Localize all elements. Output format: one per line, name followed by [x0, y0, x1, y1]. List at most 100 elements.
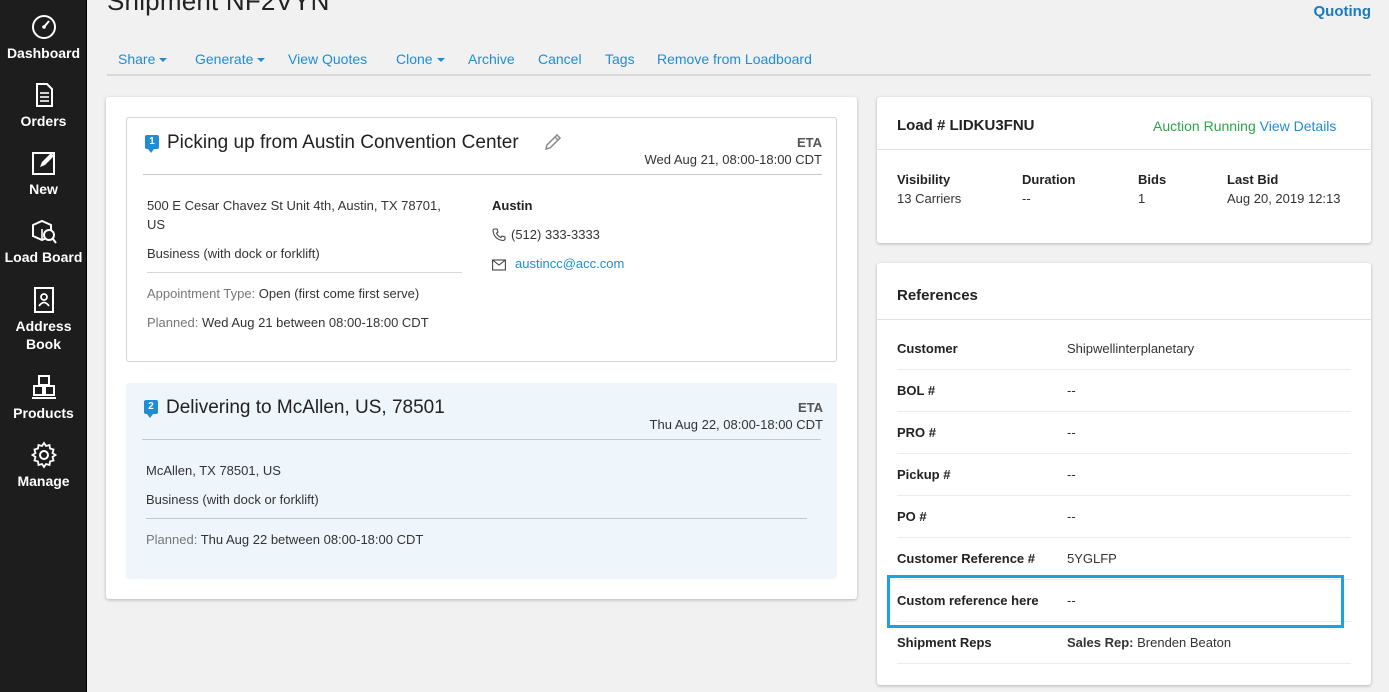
location-type: Business (with dock or forklift)	[146, 492, 319, 507]
dashboard-icon	[29, 12, 59, 42]
ref-value: --	[1067, 425, 1076, 440]
visibility-label: Visibility	[897, 172, 951, 187]
divider	[897, 495, 1351, 496]
ref-label: Shipment Reps	[897, 635, 992, 650]
sidebar-nav: Dashboard Orders New Load Board Address …	[0, 0, 87, 692]
address-line-1: 500 E Cesar Chavez St Unit 4th, Austin, …	[147, 198, 441, 213]
sidebar-item-label: Address Book	[15, 318, 72, 352]
appointment-type: Appointment Type: Open (first come first…	[147, 286, 420, 301]
divider	[897, 411, 1351, 412]
page-title: Shipment NF2VYN	[107, 0, 330, 16]
remove-from-loadboard-link[interactable]: Remove from Loadboard	[657, 51, 812, 67]
stop-number-badge: 1	[145, 135, 159, 153]
ref-label: Customer Reference #	[897, 551, 1035, 566]
bids-label: Bids	[1138, 172, 1167, 187]
load-board-icon	[29, 216, 59, 246]
eta-label: ETA	[796, 135, 822, 150]
stop-number-badge: 2	[144, 400, 158, 418]
references-title: References	[897, 287, 978, 304]
caret-down-icon	[159, 58, 168, 63]
sidebar-item-label: Load Board	[4, 249, 83, 265]
pencil-icon[interactable]	[543, 132, 563, 152]
load-number: Load # LIDKU3FNU	[897, 117, 1035, 134]
gear-icon	[29, 440, 59, 470]
last-bid-value: Aug 20, 2019 12:13	[1227, 191, 1341, 206]
sidebar-item-manage[interactable]: Manage	[0, 440, 87, 490]
ref-value: 5YGLFP	[1067, 551, 1117, 566]
clone-dropdown[interactable]: Clone	[396, 51, 445, 67]
ref-value: --	[1067, 509, 1076, 524]
ref-label: Customer	[897, 341, 958, 356]
sidebar-item-label: Products	[13, 405, 74, 421]
location-type: Business (with dock or forklift)	[147, 246, 320, 261]
last-bid-label: Last Bid	[1227, 172, 1279, 187]
caret-down-icon	[436, 58, 445, 63]
divider	[877, 319, 1371, 320]
ref-value: --	[1067, 467, 1076, 482]
sidebar-item-orders[interactable]: Orders	[0, 80, 87, 130]
divider	[877, 149, 1371, 150]
planned-window: Planned: Wed Aug 21 between 08:00-18:00 …	[147, 315, 429, 330]
stop-title: Delivering to McAllen, US, 78501	[166, 397, 445, 418]
contact-name: Austin	[492, 198, 533, 213]
bids-value: 1	[1138, 191, 1146, 206]
address-line-2: US	[147, 217, 166, 232]
address-line-1: McAllen, TX 78501, US	[146, 463, 281, 478]
divider	[143, 174, 822, 175]
sidebar-item-address-book[interactable]: Address Book	[0, 285, 87, 353]
new-icon	[29, 148, 59, 178]
ref-label: PRO #	[897, 425, 937, 440]
tags-link[interactable]: Tags	[605, 51, 635, 67]
load-card: Load # LIDKU3FNU Auction Running View De…	[877, 97, 1371, 243]
stop-title: Picking up from Austin Convention Center	[167, 132, 519, 153]
ref-label: PO #	[897, 509, 927, 524]
cancel-link[interactable]: Cancel	[538, 51, 582, 67]
sidebar-item-new[interactable]: New	[0, 148, 87, 198]
ref-value: --	[1067, 383, 1076, 398]
divider	[897, 453, 1351, 454]
sales-rep-value: Sales Rep: Brenden Beaton	[1067, 635, 1232, 650]
ref-value: Shipwellinterplanetary	[1067, 341, 1195, 356]
orders-icon	[29, 80, 59, 110]
divider	[897, 663, 1351, 664]
sidebar-item-products[interactable]: Products	[0, 372, 87, 422]
contact-phone: (512) 333-3333	[511, 227, 600, 242]
products-icon	[29, 372, 59, 402]
sidebar-item-label: Orders	[20, 113, 67, 129]
divider	[897, 537, 1351, 538]
action-bar: Share Generate View Quotes Clone Archive…	[107, 44, 1371, 76]
visibility-value: 13 Carriers	[897, 191, 962, 206]
sidebar-item-label: New	[29, 181, 58, 197]
stop-delivery: 2 Delivering to McAllen, US, 78501 ETA T…	[126, 383, 837, 579]
sidebar-item-label: Manage	[17, 473, 70, 489]
divider	[147, 272, 462, 273]
eta-value: Thu Aug 22, 08:00-18:00 CDT	[649, 417, 823, 432]
duration-value: --	[1022, 191, 1031, 206]
sidebar-item-label: Dashboard	[6, 45, 81, 61]
view-quotes-link[interactable]: View Quotes	[288, 51, 367, 67]
quoting-link[interactable]: Quoting	[1314, 3, 1371, 20]
divider	[897, 369, 1351, 370]
stop-pickup: 1 Picking up from Austin Convention Cent…	[126, 117, 837, 362]
divider	[146, 518, 807, 519]
address-book-icon	[29, 285, 59, 315]
duration-label: Duration	[1022, 172, 1076, 187]
eta-value: Wed Aug 21, 08:00-18:00 CDT	[644, 152, 822, 167]
eta-label: ETA	[797, 400, 823, 415]
planned-window: Planned: Thu Aug 22 between 08:00-18:00 …	[146, 532, 424, 547]
archive-link[interactable]: Archive	[468, 51, 515, 67]
stops-card: 1 Picking up from Austin Convention Cent…	[106, 97, 857, 599]
divider	[142, 439, 821, 440]
sidebar-item-load-board[interactable]: Load Board	[0, 216, 87, 266]
ref-label: BOL #	[897, 383, 936, 398]
envelope-icon	[492, 258, 506, 271]
generate-dropdown[interactable]: Generate	[195, 51, 266, 67]
phone-icon	[492, 228, 506, 242]
caret-down-icon	[257, 58, 266, 63]
contact-email-link[interactable]: austincc@acc.com	[515, 256, 624, 271]
share-dropdown[interactable]: Share	[118, 51, 168, 67]
auction-status: Auction Running View Details	[1153, 118, 1337, 134]
view-details-link[interactable]: View Details	[1260, 118, 1337, 134]
highlight-box	[887, 575, 1344, 628]
sidebar-item-dashboard[interactable]: Dashboard	[0, 12, 87, 62]
